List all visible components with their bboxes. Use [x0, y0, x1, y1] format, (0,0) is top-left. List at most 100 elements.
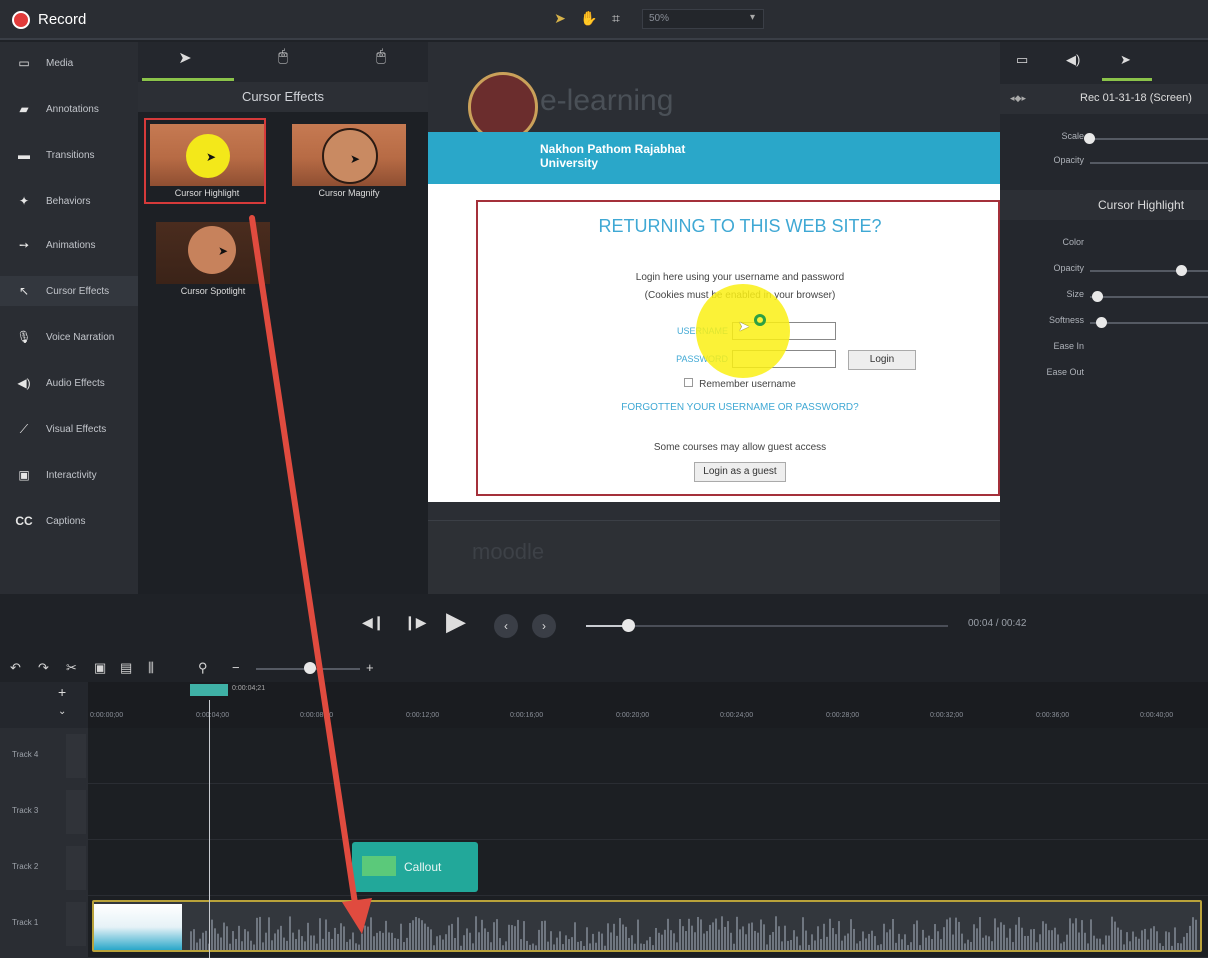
- waveform-bar: [1090, 919, 1092, 950]
- sidebar-item-visual-effects[interactable]: ⟋ Visual Effects: [0, 414, 138, 444]
- redo-icon[interactable]: ↷: [38, 660, 49, 676]
- waveform-bar: [604, 945, 606, 950]
- slider-knob[interactable]: [1092, 291, 1103, 302]
- sidebar-item-annotations[interactable]: ▰ Annotations: [0, 94, 138, 124]
- slider-knob[interactable]: [1096, 317, 1107, 328]
- timeline-ruler[interactable]: + ⌄ 0:00:04;21 0:00:00;00 0:00:04;00 0:0…: [0, 682, 1208, 728]
- zoom-icon[interactable]: ⚲: [198, 660, 208, 676]
- track-controls[interactable]: [66, 846, 86, 890]
- track-header[interactable]: Track 2: [0, 840, 88, 896]
- waveform-bar: [1048, 930, 1050, 950]
- split-icon[interactable]: ⫼: [148, 660, 154, 676]
- prop-row-scale[interactable]: Scale: [1000, 128, 1208, 148]
- play-icon[interactable]: ▶: [446, 606, 466, 637]
- scrub-knob[interactable]: [622, 619, 635, 632]
- sidebar-item-captions[interactable]: CC Captions: [0, 506, 138, 536]
- prop-row-color[interactable]: Color: [1000, 234, 1208, 254]
- track-4[interactable]: Track 4: [0, 728, 1208, 784]
- pan-tool-icon[interactable]: ✋: [580, 9, 597, 27]
- scrub-track[interactable]: [586, 625, 948, 627]
- waveform-bar: [661, 934, 663, 950]
- waveform-bar: [919, 945, 921, 950]
- sidebar-item-behaviors[interactable]: ✦ Behaviors: [0, 186, 138, 216]
- tab-right-click-icon[interactable]: 🖱: [366, 48, 396, 74]
- zoom-select[interactable]: 50% ▾: [642, 9, 764, 29]
- track-3[interactable]: Track 3: [0, 784, 1208, 840]
- chevron-down-icon[interactable]: ⌄: [58, 706, 66, 717]
- waveform-bar: [520, 939, 522, 950]
- remember-checkbox[interactable]: [684, 378, 694, 387]
- guest-login-button[interactable]: Login as a guest: [694, 462, 786, 482]
- pointer-tool-icon[interactable]: ➤: [552, 9, 568, 27]
- sidebar-item-media[interactable]: ▭ Media: [0, 48, 138, 78]
- next-marker-icon[interactable]: ›: [532, 614, 556, 638]
- effect-cursor-highlight[interactable]: ➤ Cursor Highlight: [144, 118, 266, 204]
- track-header[interactable]: Track 4: [0, 728, 88, 784]
- step-forward-icon[interactable]: ❙▶: [404, 614, 427, 631]
- crop-tool-icon[interactable]: ⌗: [608, 9, 624, 27]
- playhead-line[interactable]: [209, 700, 210, 958]
- interactivity-icon: ▣: [18, 468, 30, 482]
- cursor-tab-icon[interactable]: ➤: [1120, 52, 1131, 68]
- undo-icon[interactable]: ↶: [10, 660, 21, 676]
- prop-row-opacity[interactable]: Opacity: [1000, 152, 1208, 172]
- forgot-link[interactable]: FORGOTTEN YOUR USERNAME OR PASSWORD?: [478, 402, 1002, 413]
- remember-row: Remember username: [478, 378, 1002, 390]
- cut-icon[interactable]: ✂: [66, 660, 77, 676]
- tab-cursor-icon[interactable]: ➤: [170, 48, 200, 74]
- track-2[interactable]: Track 2: [0, 840, 1208, 896]
- waveform-bar: [829, 918, 831, 950]
- playhead-handle[interactable]: [190, 684, 228, 696]
- waveform-bar: [505, 941, 507, 950]
- sidebar-item-animations[interactable]: ➙ Animations: [0, 230, 138, 260]
- sidebar-item-audio-effects[interactable]: ◀) Audio Effects: [0, 368, 138, 398]
- effect-thumbnail: ➤: [150, 124, 264, 186]
- sidebar-item-cursor-effects[interactable]: ↖ Cursor Effects: [0, 276, 138, 306]
- waveform-bar: [562, 944, 564, 950]
- timeline-zoom-knob[interactable]: [304, 662, 316, 674]
- waveform-bar: [790, 939, 792, 950]
- waveform-bar: [430, 929, 432, 950]
- ruler-header: + ⌄: [0, 682, 88, 728]
- prop-row-size[interactable]: Size: [1000, 286, 1208, 306]
- preview-canvas[interactable]: e-learning Nakhon Pathom Rajabhat Univer…: [428, 42, 1000, 594]
- audio-tab-icon[interactable]: ◀): [1066, 52, 1080, 68]
- sidebar-item-interactivity[interactable]: ▣ Interactivity: [0, 460, 138, 490]
- paste-icon[interactable]: ▤: [120, 660, 132, 676]
- zoom-out-icon[interactable]: −: [232, 660, 240, 675]
- step-back-icon[interactable]: ◀❙: [362, 614, 385, 631]
- zoom-in-icon[interactable]: +: [366, 660, 374, 675]
- track-header[interactable]: Track 1: [0, 896, 88, 958]
- slider-knob[interactable]: [1176, 265, 1187, 276]
- track-controls[interactable]: [66, 734, 86, 778]
- add-track-icon[interactable]: +: [58, 684, 66, 700]
- track-header[interactable]: Track 3: [0, 784, 88, 840]
- waveform-bar: [1054, 927, 1056, 950]
- sidebar-item-label: Cursor Effects: [46, 285, 110, 297]
- record-icon[interactable]: [12, 11, 30, 29]
- slider-knob[interactable]: [1084, 133, 1095, 144]
- copy-icon[interactable]: ▣: [94, 660, 106, 676]
- sidebar-item-voice-narration[interactable]: 🎙 Voice Narration: [0, 322, 138, 352]
- record-button-label[interactable]: Record: [38, 11, 86, 28]
- prop-row-opacity-2[interactable]: Opacity: [1000, 260, 1208, 280]
- waveform-bar: [271, 940, 273, 950]
- media-tab-icon[interactable]: ▭: [1016, 52, 1028, 68]
- waveform-bar: [532, 943, 534, 950]
- effect-cursor-magnify[interactable]: ➤ Cursor Magnify: [288, 120, 410, 206]
- prop-row-ease-out[interactable]: Ease Out: [1000, 364, 1208, 384]
- prop-row-ease-in[interactable]: Ease In: [1000, 338, 1208, 358]
- previous-marker-icon[interactable]: ‹: [494, 614, 518, 638]
- waveform-bar: [388, 932, 390, 950]
- login-button[interactable]: Login: [848, 350, 916, 370]
- sidebar-item-transitions[interactable]: ▬ Transitions: [0, 140, 138, 170]
- track-controls[interactable]: [66, 790, 86, 834]
- tab-left-click-icon[interactable]: 🖱: [268, 48, 298, 74]
- track-controls[interactable]: [66, 902, 86, 946]
- waveform-bar: [1153, 926, 1155, 950]
- university-name: Nakhon Pathom Rajabhat University: [540, 142, 686, 170]
- prop-row-softness[interactable]: Softness: [1000, 312, 1208, 332]
- transitions-icon: ▬: [18, 148, 30, 162]
- effect-cursor-spotlight[interactable]: ➤ Cursor Spotlight: [152, 218, 274, 304]
- waveform-bar: [943, 927, 945, 950]
